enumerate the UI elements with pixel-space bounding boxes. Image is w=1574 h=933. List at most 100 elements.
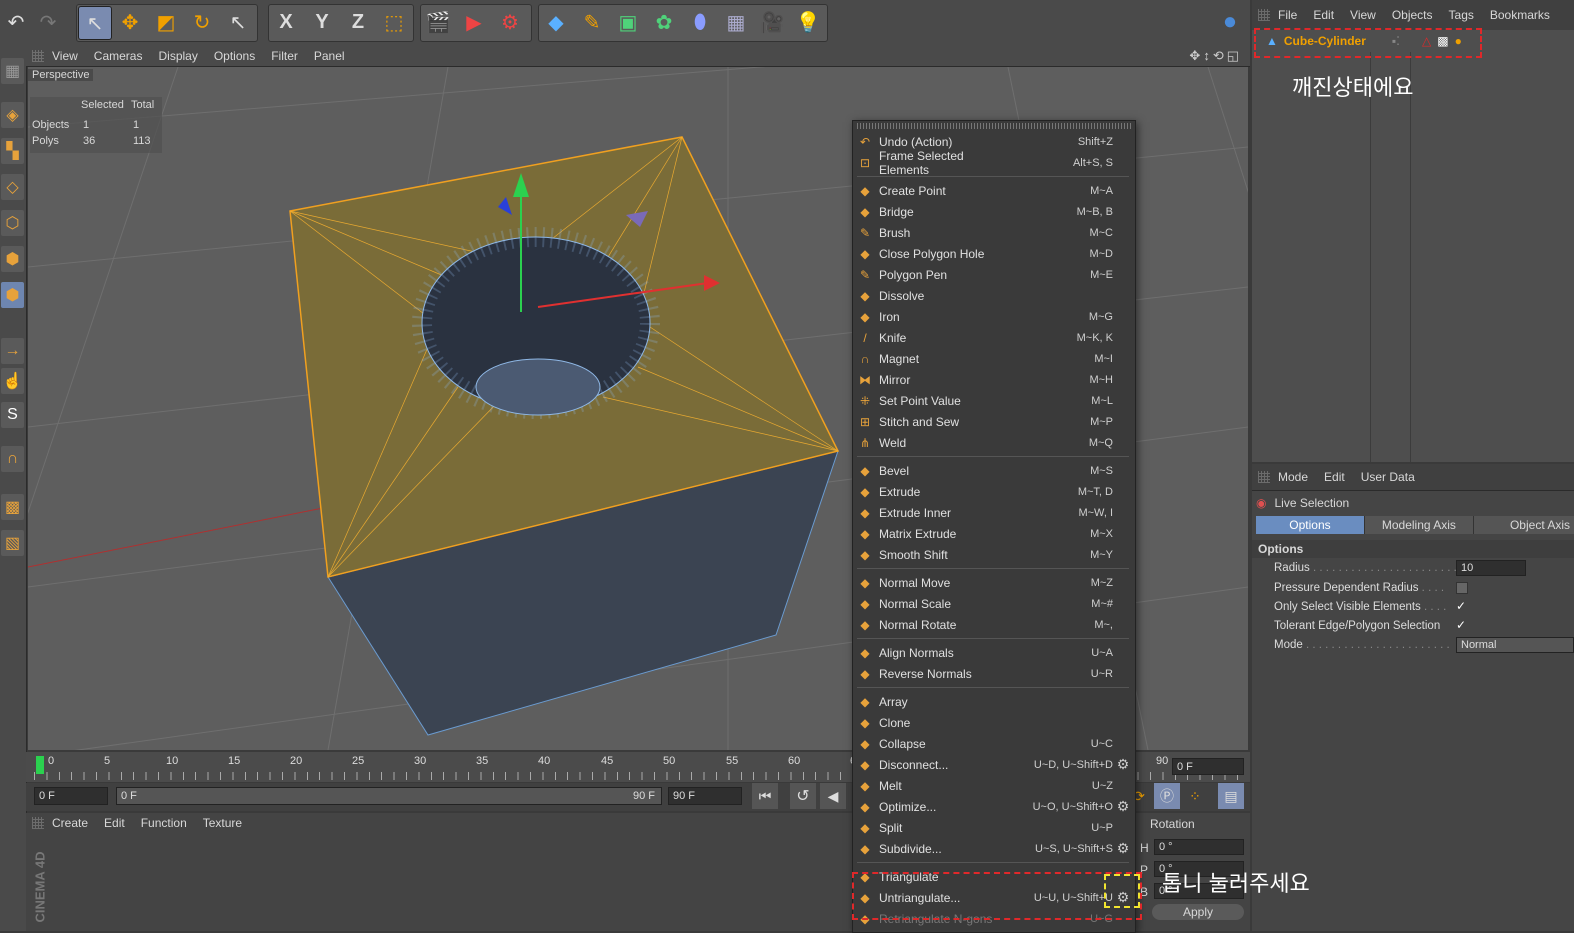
- axis-mode-icon[interactable]: →: [1, 338, 24, 364]
- gear-icon[interactable]: ⚙: [1115, 840, 1131, 856]
- current-frame-field[interactable]: 0 F: [1172, 758, 1244, 775]
- menu-item-weld[interactable]: ⋔ Weld M~Q: [853, 432, 1135, 453]
- menu-item-set-point-value[interactable]: ⁜ Set Point Value M~L: [853, 390, 1135, 411]
- cloner-icon[interactable]: ✿: [648, 6, 680, 38]
- menu-panel[interactable]: Panel: [314, 49, 345, 63]
- apply-button[interactable]: Apply: [1152, 904, 1244, 920]
- menu-item-magnet[interactable]: ∩ Magnet M~I: [853, 348, 1135, 369]
- pressure-checkbox[interactable]: [1456, 582, 1468, 594]
- menu-edit[interactable]: Edit: [1324, 470, 1345, 484]
- menu-item-extrude[interactable]: ◆ Extrude M~T, D: [853, 481, 1135, 502]
- menu-item-stitch-and-sew[interactable]: ⊞ Stitch and Sew M~P: [853, 411, 1135, 432]
- menu-item-bevel[interactable]: ◆ Bevel M~S: [853, 460, 1135, 481]
- edges-mode-icon[interactable]: ⬢: [1, 246, 24, 272]
- menu-item-align-normals[interactable]: ◆ Align Normals U~A: [853, 642, 1135, 663]
- menu-item-normal-scale[interactable]: ◆ Normal Scale M~#: [853, 593, 1135, 614]
- tolerant-checkbox[interactable]: ✓: [1456, 618, 1466, 632]
- menu-cameras[interactable]: Cameras: [94, 49, 143, 63]
- menu-item-close-polygon-hole[interactable]: ◆ Close Polygon Hole M~D: [853, 243, 1135, 264]
- menu-filter[interactable]: Filter: [271, 49, 298, 63]
- menu-item-reverse-normals[interactable]: ◆ Reverse Normals U~R: [853, 663, 1135, 684]
- move-icon[interactable]: ✥: [114, 6, 146, 38]
- loop-icon[interactable]: ↺: [790, 783, 816, 809]
- menu-item-smooth-shift[interactable]: ◆ Smooth Shift M~Y: [853, 544, 1135, 565]
- z-axis-icon[interactable]: Z: [342, 6, 374, 38]
- menu-item-optimize[interactable]: ◆ Optimize... U~O, U~Shift+O ⚙: [853, 796, 1135, 817]
- menu-edit[interactable]: Edit: [1313, 8, 1334, 22]
- go-to-start-icon[interactable]: ⏮: [752, 783, 778, 809]
- start-frame-field[interactable]: 0 F: [34, 787, 108, 805]
- gear-icon[interactable]: ⚙: [1115, 798, 1131, 814]
- menu-item-brush[interactable]: ✎ Brush M~C: [853, 222, 1135, 243]
- rotation-h-field[interactable]: 0 °: [1154, 839, 1244, 855]
- gear-icon[interactable]: ⚙: [1115, 756, 1131, 772]
- menu-user-data[interactable]: User Data: [1361, 470, 1415, 484]
- render-view-icon[interactable]: 🎬: [422, 6, 454, 38]
- tab-object-axis[interactable]: Object Axis: [1472, 516, 1574, 534]
- texture-mode-icon[interactable]: ▚: [1, 138, 24, 164]
- mode-select[interactable]: Normal: [1456, 637, 1574, 653]
- tab-options[interactable]: Options: [1256, 516, 1364, 534]
- menu-item-matrix-extrude[interactable]: ◆ Matrix Extrude M~X: [853, 523, 1135, 544]
- menu-item-extrude-inner[interactable]: ◆ Extrude Inner M~W, I: [853, 502, 1135, 523]
- keyframe-p-icon[interactable]: Ⓟ: [1154, 783, 1180, 809]
- make-editable-icon[interactable]: ▦: [1, 58, 24, 84]
- menu-item-iron[interactable]: ◆ Iron M~G: [853, 306, 1135, 327]
- playhead[interactable]: [36, 756, 44, 774]
- redo-icon[interactable]: ↷: [32, 6, 64, 38]
- coord-system-icon[interactable]: ⬚: [378, 6, 410, 38]
- pen-spline-icon[interactable]: ✎: [576, 6, 608, 38]
- menu-tags[interactable]: Tags: [1449, 8, 1474, 22]
- camera-icon[interactable]: 🎥: [756, 6, 788, 38]
- magnet-tool-icon[interactable]: ∩: [1, 446, 24, 472]
- menu-item-bridge[interactable]: ◆ Bridge M~B, B: [853, 201, 1135, 222]
- floor-icon[interactable]: ▦: [720, 6, 752, 38]
- menu-item-subdivide[interactable]: ◆ Subdivide... U~S, U~Shift+S ⚙: [853, 838, 1135, 859]
- menu-item-frame-selected-elements[interactable]: ⊡ Frame Selected Elements Alt+S, S: [853, 149, 1135, 177]
- menu-item-clone[interactable]: ◆ Clone: [853, 712, 1135, 733]
- menu-file[interactable]: File: [1278, 8, 1297, 22]
- menu-view[interactable]: View: [1350, 8, 1376, 22]
- render-settings-icon[interactable]: ⚙: [494, 6, 526, 38]
- model-mode-icon[interactable]: ◈: [1, 102, 24, 128]
- menu-item-array[interactable]: ◆ Array: [853, 691, 1135, 712]
- cube-primitive-icon[interactable]: ◆: [540, 6, 572, 38]
- end-frame-field[interactable]: 90 F: [668, 787, 742, 805]
- menu-objects[interactable]: Objects: [1392, 8, 1433, 22]
- scale-icon[interactable]: ◩: [150, 6, 182, 38]
- only-visible-checkbox[interactable]: ✓: [1456, 599, 1466, 613]
- menu-item-polygon-pen[interactable]: ✎ Polygon Pen M~E: [853, 264, 1135, 285]
- live-selection-icon[interactable]: ↖: [78, 6, 112, 40]
- scene-icon[interactable]: ●: [1214, 6, 1246, 38]
- y-axis-icon[interactable]: Y: [306, 6, 338, 38]
- render-picture-viewer-icon[interactable]: ▶: [458, 6, 490, 38]
- menu-item-normal-move[interactable]: ◆ Normal Move M~Z: [853, 572, 1135, 593]
- points-mode-icon[interactable]: ⬡: [1, 210, 24, 236]
- menu-create[interactable]: Create: [52, 816, 88, 830]
- lock-workplane-icon[interactable]: ▩: [1, 494, 24, 520]
- menu-item-disconnect[interactable]: ◆ Disconnect... U~D, U~Shift+D ⚙: [853, 754, 1135, 775]
- menu-view[interactable]: View: [52, 49, 78, 63]
- undo-icon[interactable]: ↶: [0, 6, 32, 38]
- tweak-icon[interactable]: ☝: [1, 368, 24, 394]
- menu-bookmarks[interactable]: Bookmarks: [1490, 8, 1550, 22]
- step-back-icon[interactable]: ◀: [820, 783, 846, 809]
- menu-item-normal-rotate[interactable]: ◆ Normal Rotate M~,: [853, 614, 1135, 635]
- tab-modeling-axis[interactable]: Modeling Axis: [1363, 516, 1473, 534]
- workplane-icon[interactable]: ◇: [1, 174, 24, 200]
- menu-function[interactable]: Function: [141, 816, 187, 830]
- menu-texture[interactable]: Texture: [203, 816, 242, 830]
- viewport-nav-icons[interactable]: ✥↕⟲◱: [1189, 48, 1242, 64]
- menu-mode[interactable]: Mode: [1278, 470, 1308, 484]
- polygons-mode-icon[interactable]: ⬢: [1, 282, 24, 308]
- grid-icon[interactable]: ▧: [1, 530, 24, 556]
- deformer-icon[interactable]: ⬮: [684, 6, 716, 38]
- x-axis-icon[interactable]: X: [270, 6, 302, 38]
- menu-item-melt[interactable]: ◆ Melt U~Z: [853, 775, 1135, 796]
- menu-edit[interactable]: Edit: [104, 816, 125, 830]
- select-icon[interactable]: ↖: [222, 6, 254, 38]
- keyframe-grid-icon[interactable]: ⁘: [1182, 783, 1208, 809]
- menu-item-knife[interactable]: / Knife M~K, K: [853, 327, 1135, 348]
- radius-field[interactable]: 10: [1456, 560, 1526, 576]
- menu-item-split[interactable]: ◆ Split U~P: [853, 817, 1135, 838]
